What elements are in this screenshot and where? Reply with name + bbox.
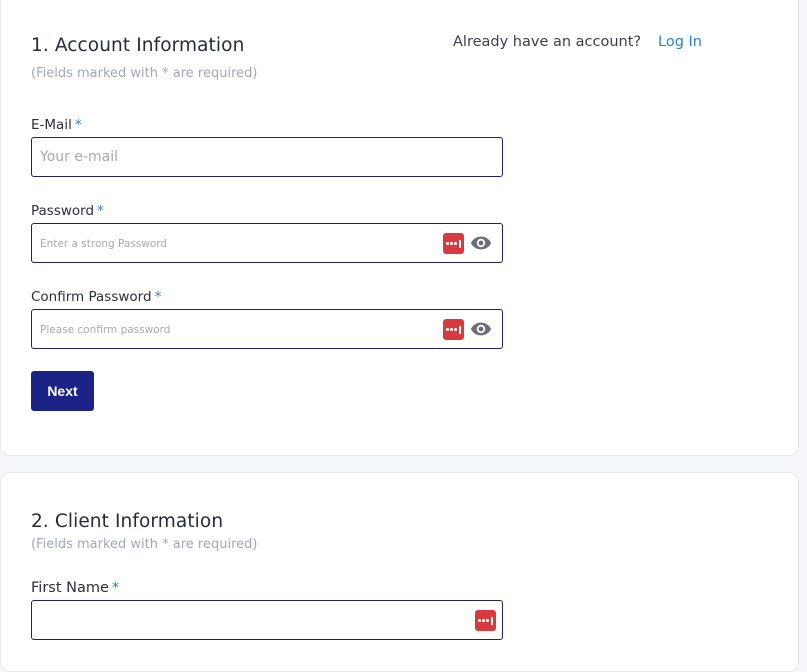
email-label-text: E-Mail	[31, 117, 72, 133]
password-label: Password *	[31, 203, 104, 219]
confirm-password-label-text: Confirm Password	[31, 289, 152, 305]
account-section-subtitle: (Fields marked with * are required)	[31, 66, 258, 81]
required-mark: *	[154, 289, 162, 305]
account-information-card: 1. Account Information (Fields marked wi…	[0, 0, 799, 456]
password-field	[31, 223, 503, 263]
email-field	[31, 137, 503, 177]
email-input[interactable]	[32, 138, 422, 176]
login-link[interactable]: Log In	[658, 34, 702, 50]
client-information-card: 2. Client Information (Fields marked wit…	[0, 472, 799, 672]
account-section-title: 1. Account Information	[31, 35, 245, 56]
next-button[interactable]: Next	[31, 371, 94, 411]
required-mark: *	[97, 203, 104, 219]
client-section-subtitle: (Fields marked with * are required)	[31, 537, 258, 552]
first-name-input[interactable]	[32, 601, 422, 639]
password-manager-icon[interactable]	[475, 610, 496, 631]
confirm-password-field	[31, 309, 503, 349]
required-mark: *	[74, 117, 82, 133]
password-manager-icon[interactable]	[443, 233, 464, 254]
client-section-title: 2. Client Information	[31, 511, 224, 532]
password-input[interactable]	[32, 224, 422, 262]
password-manager-icon[interactable]	[443, 319, 464, 340]
first-name-field	[31, 600, 503, 640]
eye-icon[interactable]	[470, 235, 492, 251]
confirm-password-label: Confirm Password *	[31, 289, 161, 305]
required-mark: *	[111, 580, 120, 596]
confirm-password-input[interactable]	[32, 310, 422, 348]
email-label: E-Mail *	[31, 117, 82, 133]
first-name-label-text: First Name	[31, 580, 109, 596]
eye-icon[interactable]	[470, 321, 492, 337]
login-prompt-text: Already have an account?	[453, 34, 642, 50]
password-label-text: Password	[31, 203, 95, 219]
first-name-label: First Name *	[31, 580, 119, 596]
